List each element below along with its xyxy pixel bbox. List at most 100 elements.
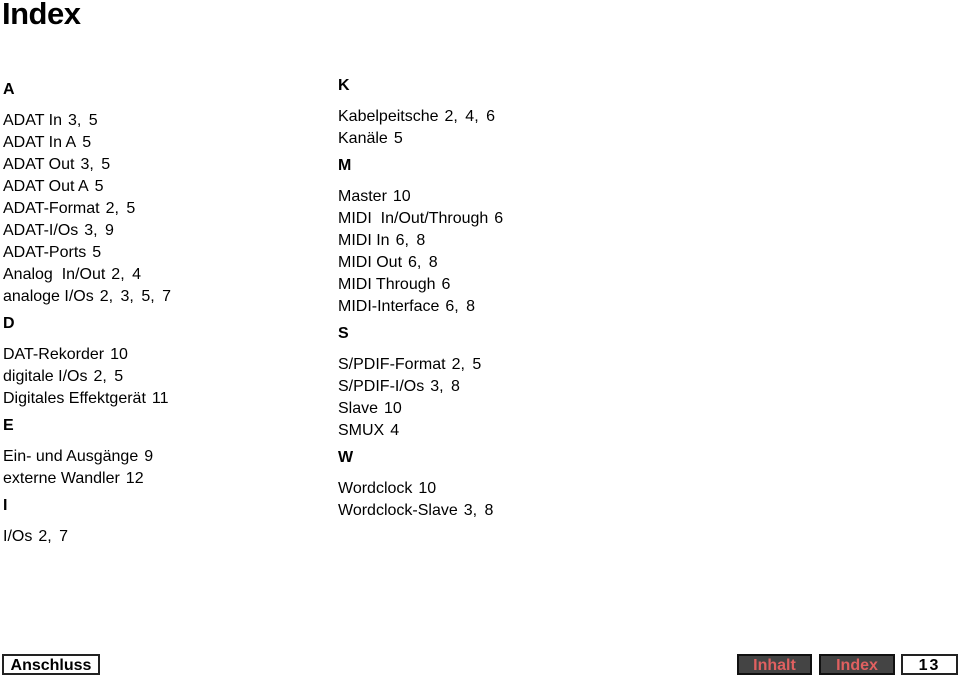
index-entry[interactable]: MIDI In 6, 8 (338, 230, 503, 252)
index-entry[interactable]: Wordclock 10 (338, 478, 503, 500)
entry-term: Wordclock-Slave (338, 502, 458, 519)
index-entry[interactable]: Digitales Effektgerät 11 (3, 388, 171, 410)
entry-pages[interactable]: 10 (110, 346, 128, 363)
index-section: I I/Os 2, 7 (3, 496, 171, 548)
entry-pages[interactable]: 5 (394, 130, 403, 147)
index-entry[interactable]: digitale I/Os 2, 5 (3, 366, 171, 388)
index-section: S S/PDIF-Format 2, 5 S/PDIF-I/Os 3, 8 Slave 10… (338, 324, 503, 442)
entry-pages[interactable]: 3, 5 (80, 156, 110, 173)
index-column-left: A ADAT In 3, 5 ADAT In A 5 ADAT Out 3, 5 ADAT O… (3, 80, 171, 548)
index-entry[interactable]: DAT-Rekorder 10 (3, 344, 171, 366)
index-entry[interactable]: Master 10 (338, 186, 503, 208)
entry-pages[interactable]: 6, 8 (396, 232, 426, 249)
index-section: E Ein- und Ausgänge 9 externe Wandler 12 (3, 416, 171, 490)
entry-term: MIDI In/Out/Through (338, 210, 489, 227)
entry-pages[interactable]: 12 (126, 470, 144, 487)
entry-term: analoge I/Os (3, 288, 94, 305)
entry-term: Kabelpeitsche (338, 108, 439, 125)
entry-pages[interactable]: 2, 5 (452, 356, 482, 373)
entry-pages[interactable]: 5 (82, 134, 91, 151)
entry-pages[interactable]: 2, 5 (93, 368, 123, 385)
index-entry[interactable]: Slave 10 (338, 398, 503, 420)
entry-pages[interactable]: 6 (494, 210, 503, 227)
index-entry[interactable]: MIDI-Interface 6, 8 (338, 296, 503, 318)
entry-term: Master (338, 188, 387, 205)
entry-term: ADAT-Ports (3, 244, 87, 261)
anschluss-button[interactable]: Anschluss (2, 654, 100, 675)
index-entry[interactable]: MIDI Out 6, 8 (338, 252, 503, 274)
entry-term: SMUX (338, 422, 385, 439)
index-entry[interactable]: I/Os 2, 7 (3, 526, 171, 548)
entry-pages[interactable]: 10 (393, 188, 411, 205)
entry-term: S/PDIF-I/Os (338, 378, 425, 395)
index-entry[interactable]: Kanäle 5 (338, 128, 503, 150)
entry-pages[interactable]: 2, 4, 6 (445, 108, 495, 125)
entry-pages[interactable]: 6 (442, 276, 451, 293)
entry-term: ADAT In (3, 112, 62, 129)
entry-term: Digitales Effektgerät (3, 390, 146, 407)
entry-pages[interactable]: 3, 5 (68, 112, 98, 129)
entry-term: I/Os (3, 528, 33, 545)
index-entry[interactable]: Ein- und Ausgänge 9 (3, 446, 171, 468)
entry-pages[interactable]: 3, 9 (84, 222, 114, 239)
entry-pages[interactable]: 11 (152, 390, 169, 407)
section-letter: E (3, 417, 14, 434)
index-entry[interactable]: ADAT-Format 2, 5 (3, 198, 171, 220)
entry-pages[interactable]: 4 (390, 422, 399, 439)
index-section: D DAT-Rekorder 10 digitale I/Os 2, 5 Digitale… (3, 314, 171, 410)
index-entry[interactable]: ADAT Out A 5 (3, 176, 171, 198)
entry-term: ADAT Out (3, 156, 75, 173)
entry-term: ADAT-Format (3, 200, 100, 217)
section-letter: M (338, 157, 352, 174)
inhalt-button[interactable]: Inhalt (737, 654, 812, 675)
entry-pages[interactable]: 10 (418, 480, 436, 497)
entry-term: DAT-Rekorder (3, 346, 105, 363)
entry-pages[interactable]: 6, 8 (445, 298, 475, 315)
section-letter: I (3, 497, 8, 514)
index-entry[interactable]: Analog In/Out 2, 4 (3, 264, 171, 286)
section-letter: K (338, 77, 350, 94)
entry-pages[interactable]: 2, 3, 5, 7 (100, 288, 171, 305)
page-number: 13 (901, 654, 958, 675)
page-title: Index (2, 0, 81, 31)
index-entry[interactable]: ADAT In A 5 (3, 132, 171, 154)
entry-term: externe Wandler (3, 470, 120, 487)
index-entry[interactable]: Wordclock-Slave 3, 8 (338, 500, 503, 522)
index-button[interactable]: Index (819, 654, 895, 675)
entry-term: MIDI Out (338, 254, 403, 271)
index-entry[interactable]: S/PDIF-Format 2, 5 (338, 354, 503, 376)
index-entry[interactable]: MIDI In/Out/Through 6 (338, 208, 503, 230)
entry-term: Wordclock (338, 480, 413, 497)
index-entry[interactable]: externe Wandler 12 (3, 468, 171, 490)
entry-term: Analog In/Out (3, 266, 106, 283)
entry-pages[interactable]: 5 (95, 178, 104, 195)
index-entry[interactable]: S/PDIF-I/Os 3, 8 (338, 376, 503, 398)
index-entry[interactable]: ADAT In 3, 5 (3, 110, 171, 132)
entry-term: MIDI In (338, 232, 390, 249)
index-entry[interactable]: Kabelpeitsche 2, 4, 6 (338, 106, 503, 128)
entry-pages[interactable]: 3, 8 (430, 378, 460, 395)
section-letter: S (338, 325, 349, 342)
index-entry[interactable]: analoge I/Os 2, 3, 5, 7 (3, 286, 171, 308)
entry-pages[interactable]: 2, 5 (106, 200, 136, 217)
index-entry[interactable]: MIDI Through 6 (338, 274, 503, 296)
entry-pages[interactable]: 9 (144, 448, 153, 465)
index-entry[interactable]: ADAT-I/Os 3, 9 (3, 220, 171, 242)
index-section: W Wordclock 10 Wordclock-Slave 3, 8 (338, 448, 503, 522)
section-letter: D (3, 315, 15, 332)
entry-term: MIDI-Interface (338, 298, 440, 315)
entry-pages[interactable]: 5 (92, 244, 101, 261)
entry-term: ADAT In A (3, 134, 77, 151)
entry-pages[interactable]: 3, 8 (464, 502, 494, 519)
entry-pages[interactable]: 6, 8 (408, 254, 438, 271)
index-entry[interactable]: ADAT-Ports 5 (3, 242, 171, 264)
entry-term: ADAT Out A (3, 178, 89, 195)
entry-pages[interactable]: 10 (384, 400, 402, 417)
entry-term: ADAT-I/Os (3, 222, 79, 239)
index-entry[interactable]: ADAT Out 3, 5 (3, 154, 171, 176)
index-section: A ADAT In 3, 5 ADAT In A 5 ADAT Out 3, 5 ADAT O… (3, 80, 171, 308)
index-entry[interactable]: SMUX 4 (338, 420, 503, 442)
entry-pages[interactable]: 2, 4 (111, 266, 141, 283)
entry-pages[interactable]: 2, 7 (38, 528, 68, 545)
section-letter: W (338, 449, 354, 466)
